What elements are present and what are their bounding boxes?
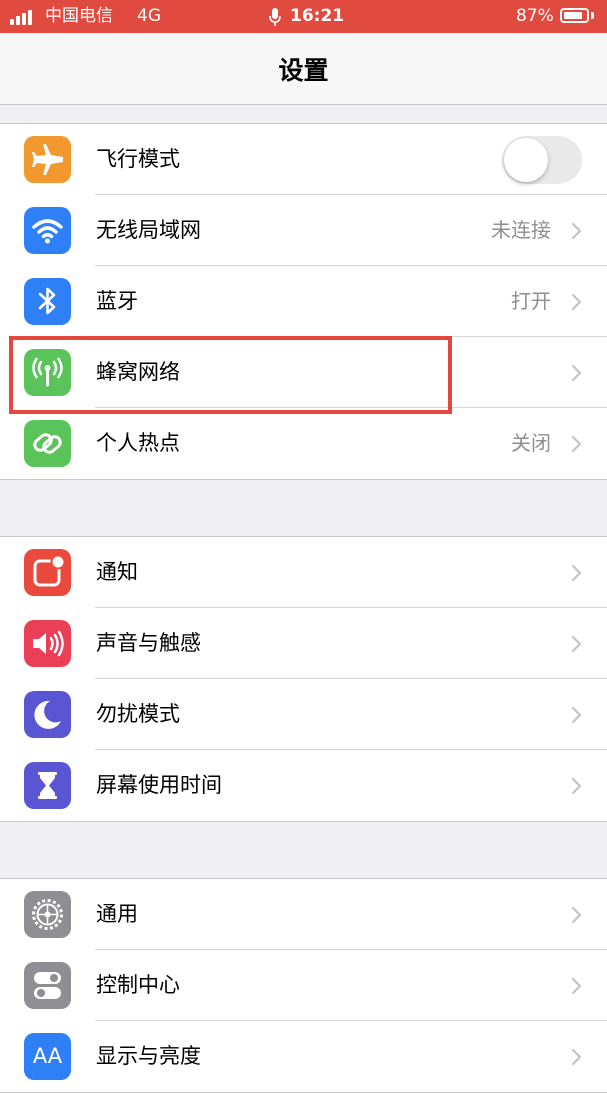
settings-row-label: 飞行模式 — [96, 147, 180, 171]
settings-row-notifications[interactable]: 通知 — [0, 537, 607, 608]
settings-row-wifi[interactable]: 无线局域网 未连接 — [0, 195, 607, 266]
notifications-icon — [24, 549, 71, 596]
wifi-icon — [24, 207, 71, 254]
hotspot-chain-icon — [24, 420, 71, 467]
settings-row-label: 通用 — [96, 902, 138, 926]
settings-row-sounds-haptics[interactable]: 声音与触感 — [0, 608, 607, 679]
airplane-icon — [24, 136, 71, 183]
settings-row-label: 声音与触感 — [96, 631, 201, 655]
battery-percentage: 87% — [516, 6, 554, 26]
settings-row-label: 显示与亮度 — [96, 1044, 201, 1068]
settings-row-label: 个人热点 — [96, 431, 180, 455]
settings-group-connectivity: 飞行模式 无线局域网 未连接 蓝牙 打开 蜂窝网络 个人热点 关闭 — [0, 123, 607, 480]
settings-row-label: 勿扰模式 — [96, 702, 180, 726]
display-text-icon: AA — [24, 1033, 71, 1080]
settings-row-value: 关闭 — [511, 431, 551, 455]
chevron-right-icon — [571, 364, 582, 382]
settings-row-value: 打开 — [511, 289, 551, 313]
network-type: 4G — [137, 6, 161, 26]
chevron-right-icon — [571, 435, 582, 453]
chevron-right-icon — [571, 777, 582, 795]
settings-row-screen-time[interactable]: 屏幕使用时间 — [0, 750, 607, 821]
settings-row-label: 无线局域网 — [96, 218, 201, 242]
status-bar: 中国电信 4G 16:21 87% — [0, 0, 607, 33]
microphone-icon — [269, 8, 281, 26]
settings-row-display-brightness[interactable]: AA 显示与亮度 — [0, 1021, 607, 1092]
settings-row-airplane-mode[interactable]: 飞行模式 — [0, 124, 607, 195]
airplane-mode-toggle[interactable] — [502, 136, 582, 184]
display-icon-glyph: AA — [32, 1044, 63, 1068]
settings-group-general: 通用 控制中心 AA 显示与亮度 — [0, 878, 607, 1093]
chevron-right-icon — [571, 977, 582, 995]
signal-strength-icon — [10, 9, 36, 25]
chevron-right-icon — [571, 222, 582, 240]
battery-icon — [560, 8, 589, 23]
navigation-bar: 设置 — [0, 33, 607, 105]
highlight-annotation-box — [9, 336, 452, 414]
settings-row-label: 蓝牙 — [96, 289, 138, 313]
battery-tip — [591, 12, 594, 19]
chevron-right-icon — [571, 564, 582, 582]
speaker-icon — [24, 620, 71, 667]
toggle-knob — [504, 138, 548, 182]
carrier-name: 中国电信 — [45, 6, 113, 26]
clock-time: 16:21 — [290, 6, 345, 26]
chevron-right-icon — [571, 635, 582, 653]
hourglass-icon — [24, 762, 71, 809]
chevron-right-icon — [571, 293, 582, 311]
settings-row-bluetooth[interactable]: 蓝牙 打开 — [0, 266, 607, 337]
settings-group-notifications: 通知 声音与触感 勿扰模式 屏幕使用时间 — [0, 536, 607, 822]
chevron-right-icon — [571, 1048, 582, 1066]
settings-row-label: 控制中心 — [96, 973, 180, 997]
gear-icon — [24, 891, 71, 938]
settings-row-control-center[interactable]: 控制中心 — [0, 950, 607, 1021]
settings-row-personal-hotspot[interactable]: 个人热点 关闭 — [0, 408, 607, 479]
settings-row-do-not-disturb[interactable]: 勿扰模式 — [0, 679, 607, 750]
settings-row-label: 屏幕使用时间 — [96, 773, 222, 797]
settings-row-value: 未连接 — [491, 218, 551, 242]
control-center-icon — [24, 962, 71, 1009]
moon-icon — [24, 691, 71, 738]
chevron-right-icon — [571, 906, 582, 924]
bluetooth-icon — [24, 278, 71, 325]
page-title: 设置 — [278, 56, 329, 85]
settings-row-label: 通知 — [96, 560, 138, 584]
chevron-right-icon — [571, 706, 582, 724]
settings-row-general[interactable]: 通用 — [0, 879, 607, 950]
